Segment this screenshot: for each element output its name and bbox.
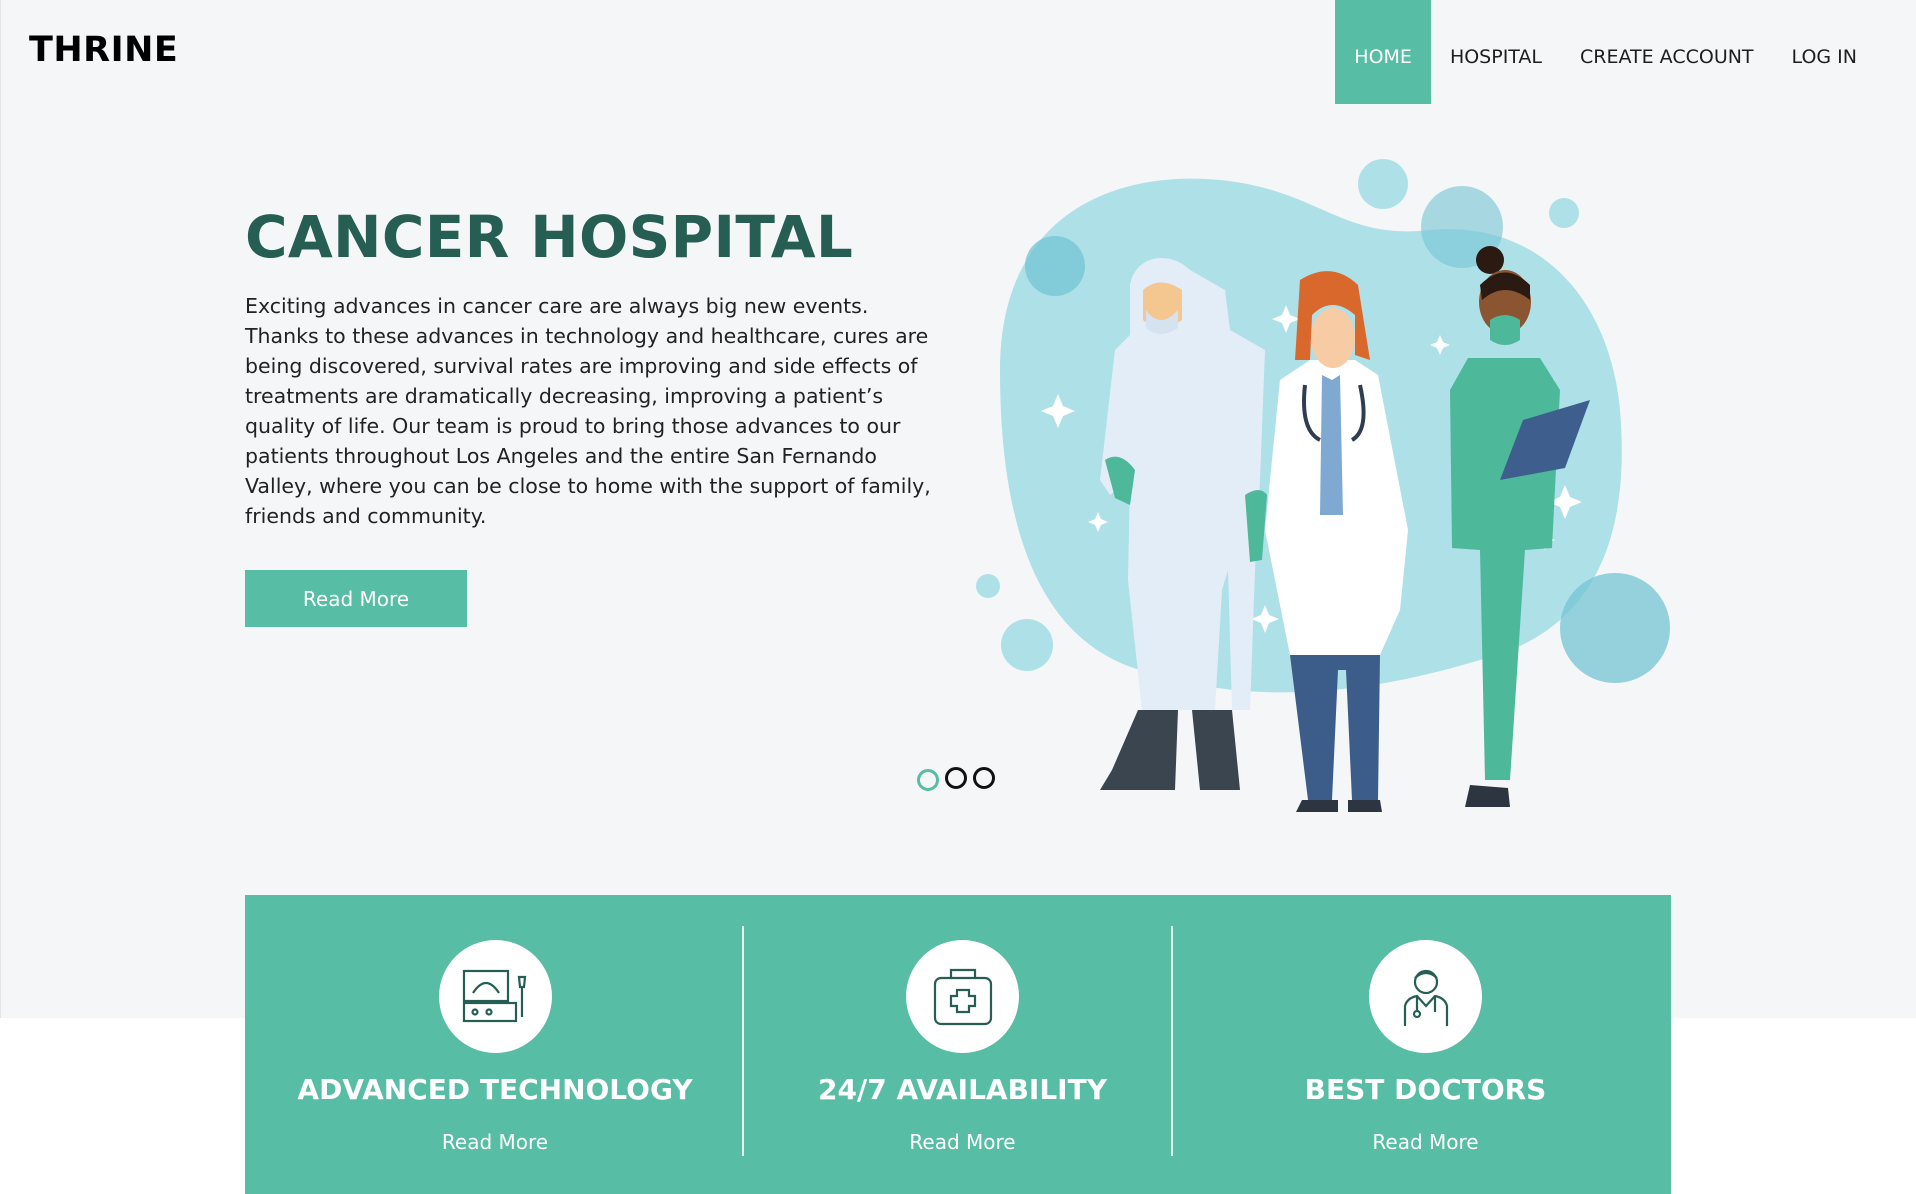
site-logo[interactable]: THRINE [29, 30, 178, 70]
nav-hospital[interactable]: HOSPITAL [1431, 0, 1561, 104]
hero-description: Exciting advances in cancer care are alw… [245, 294, 931, 528]
feature-availability: 24/7 AVAILABILITY Read More [745, 895, 1180, 1194]
main-nav: HOME HOSPITAL CREATE ACCOUNT LOG IN [1335, 0, 1876, 104]
feature-best-doctors: BEST DOCTORS Read More [1180, 895, 1671, 1194]
features-panel: ADVANCED TECHNOLOGY Read More 24/7 AVAIL… [245, 895, 1671, 1194]
carousel-dot-1[interactable] [917, 769, 939, 791]
feature-icon-circle [438, 940, 552, 1053]
feature-icon-circle [1369, 940, 1482, 1053]
hero-title: CANCER HOSPITAL [245, 203, 854, 271]
feature-read-more-link[interactable]: Read More [442, 1130, 548, 1154]
first-aid-kit-icon [933, 968, 992, 1025]
bubble [1001, 619, 1053, 671]
feature-advanced-technology: ADVANCED TECHNOLOGY Read More [245, 895, 745, 1194]
nav-log-in[interactable]: LOG IN [1773, 0, 1876, 104]
doctor-icon [1403, 969, 1448, 1026]
bubble [1358, 159, 1408, 209]
nav-home[interactable]: HOME [1335, 0, 1431, 104]
bubble [1549, 198, 1579, 228]
bubble [976, 574, 1000, 598]
nav-create-account[interactable]: CREATE ACCOUNT [1561, 0, 1773, 104]
bubble [1025, 236, 1085, 296]
feature-title: ADVANCED TECHNOLOGY [297, 1073, 693, 1106]
feature-divider [1171, 926, 1173, 1156]
feature-divider [742, 926, 744, 1156]
feature-icon-circle [906, 940, 1019, 1053]
feature-title: BEST DOCTORS [1304, 1073, 1547, 1106]
feature-title: 24/7 AVAILABILITY [818, 1073, 1107, 1106]
ultrasound-machine-icon [462, 969, 527, 1022]
medical-staff-illustration [976, 159, 1670, 812]
bubble [1560, 573, 1670, 683]
hero-read-more-button[interactable]: Read More [245, 570, 467, 627]
feature-read-more-link[interactable]: Read More [909, 1130, 1015, 1154]
feature-read-more-link[interactable]: Read More [1372, 1130, 1478, 1154]
